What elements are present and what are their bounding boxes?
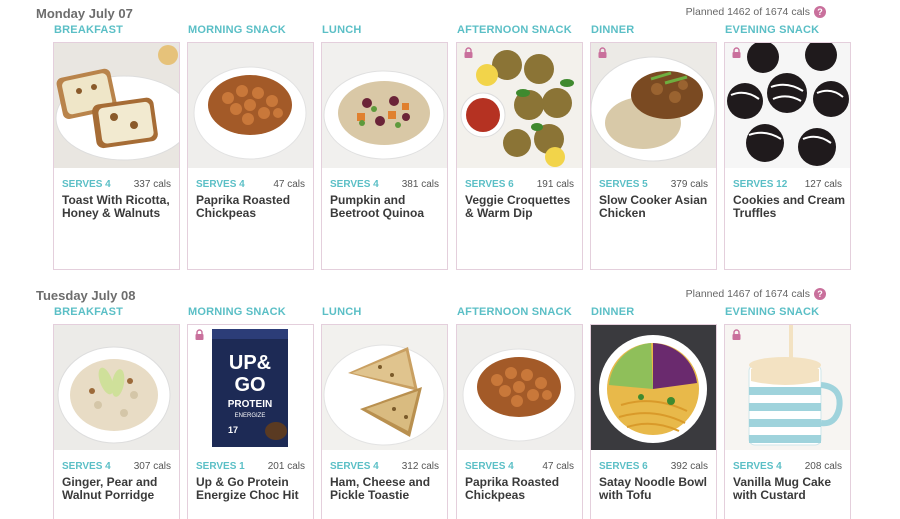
recipe-card[interactable]: SERVES 4 208 cals Vanilla Mug Cake with … (724, 324, 851, 519)
slot-label: EVENING SNACK (725, 306, 820, 318)
recipe-card[interactable]: SERVES 6 392 cals Satay Noodle Bowl with… (590, 324, 717, 519)
recipe-card[interactable]: SERVES 6 191 cals Veggie Croquettes & Wa… (456, 42, 583, 270)
recipe-name[interactable]: Paprika Roasted Chickpeas (196, 194, 312, 220)
planned-calories: Planned 1462 of 1674 cals ? (686, 6, 826, 18)
recipe-card[interactable]: SERVES 5 379 cals Slow Cooker Asian Chic… (590, 42, 717, 270)
serves-count: SERVES 1 (196, 461, 245, 472)
recipe-card[interactable]: SERVES 4 312 cals Ham, Cheese and Pickle… (321, 324, 448, 519)
lock-icon (732, 47, 741, 58)
slot-label: EVENING SNACK (725, 24, 820, 36)
calories: 201 cals (267, 461, 305, 472)
planned-calories: Planned 1467 of 1674 cals ? (686, 288, 826, 300)
lock-icon (464, 47, 473, 58)
recipe-photo-croquettes (457, 43, 582, 168)
serves-count: SERVES 4 (62, 179, 111, 190)
calories: 208 cals (804, 461, 842, 472)
calories: 312 cals (401, 461, 439, 472)
recipe-card[interactable]: SERVES 4 337 cals Toast With Ricotta, Ho… (53, 42, 180, 270)
recipe-name[interactable]: Veggie Croquettes & Warm Dip (465, 194, 581, 220)
slot-label: AFTERNOON SNACK (457, 306, 572, 318)
recipe-name[interactable]: Pumpkin and Beetroot Quinoa (330, 194, 446, 220)
product-brand-line1: UP& (229, 352, 271, 374)
recipe-photo-mug-cake (725, 325, 850, 450)
slot-label: MORNING SNACK (188, 24, 286, 36)
slot-label: DINNER (591, 24, 635, 36)
recipe-photo-asian-chicken (591, 43, 716, 168)
recipe-photo-toastie (322, 325, 447, 450)
recipe-name[interactable]: Toast With Ricotta, Honey & Walnuts (62, 194, 178, 220)
recipe-photo-up-and-go: UP& GO PROTEIN ENERGIZE 17 (188, 325, 313, 450)
serves-count: SERVES 6 (465, 179, 514, 190)
recipe-name[interactable]: Vanilla Mug Cake with Custard (733, 476, 849, 502)
slot-label: BREAKFAST (54, 24, 124, 36)
calories: 337 cals (133, 179, 171, 190)
recipe-photo-quinoa (322, 43, 447, 168)
product-brand-line2: GO (234, 374, 265, 396)
product-count: 17 (228, 425, 238, 435)
recipe-name[interactable]: Up & Go Protein Energize Choc Hit (196, 476, 312, 502)
calories: 127 cals (804, 179, 842, 190)
recipe-card[interactable]: SERVES 4 381 cals Pumpkin and Beetroot Q… (321, 42, 448, 270)
serves-count: SERVES 4 (330, 461, 379, 472)
recipe-name[interactable]: Cookies and Cream Truffles (733, 194, 849, 220)
calories: 381 cals (401, 179, 439, 190)
product-tagline: PROTEIN (228, 399, 272, 410)
calories: 47 cals (542, 461, 574, 472)
serves-count: SERVES 4 (196, 179, 245, 190)
serves-count: SERVES 6 (599, 461, 648, 472)
calories: 392 cals (670, 461, 708, 472)
serves-count: SERVES 4 (330, 179, 379, 190)
product-sub: ENERGIZE (235, 413, 266, 419)
planned-calories-text: Planned 1467 of 1674 cals (685, 288, 810, 300)
recipe-photo-satay-noodles (591, 325, 716, 450)
serves-count: SERVES 12 (733, 179, 788, 190)
slot-label: DINNER (591, 306, 635, 318)
calories: 379 cals (670, 179, 708, 190)
recipe-name[interactable]: Ginger, Pear and Walnut Porridge (62, 476, 178, 502)
lock-icon (732, 329, 741, 340)
day-title: Tuesday July 08 (36, 288, 136, 303)
help-circle-icon[interactable]: ? (814, 6, 826, 18)
recipe-photo-truffles (725, 43, 850, 168)
serves-count: SERVES 4 (62, 461, 111, 472)
slot-label: AFTERNOON SNACK (457, 24, 572, 36)
lock-icon (195, 329, 204, 340)
recipe-card[interactable]: UP& GO PROTEIN ENERGIZE 17 SERVES 1 201 … (187, 324, 314, 519)
recipe-name[interactable]: Satay Noodle Bowl with Tofu (599, 476, 715, 502)
recipe-photo-toast-ricotta (54, 43, 179, 168)
serves-count: SERVES 4 (465, 461, 514, 472)
planned-calories-text: Planned 1462 of 1674 cals (685, 6, 810, 18)
day-title: Monday July 07 (36, 6, 133, 21)
calories: 191 cals (536, 179, 574, 190)
serves-count: SERVES 5 (599, 179, 648, 190)
recipe-card[interactable]: SERVES 12 127 cals Cookies and Cream Tru… (724, 42, 851, 270)
recipe-photo-chickpeas (188, 43, 313, 168)
recipe-card[interactable]: SERVES 4 47 cals Paprika Roasted Chickpe… (187, 42, 314, 270)
calories: 47 cals (273, 179, 305, 190)
slot-label: MORNING SNACK (188, 306, 286, 318)
slot-label: LUNCH (322, 306, 362, 318)
help-circle-icon[interactable]: ? (814, 288, 826, 300)
recipe-photo-porridge (54, 325, 179, 450)
recipe-name[interactable]: Paprika Roasted Chickpeas (465, 476, 581, 502)
lock-icon (598, 47, 607, 58)
recipe-name[interactable]: Slow Cooker Asian Chicken (599, 194, 715, 220)
slot-label: BREAKFAST (54, 306, 124, 318)
recipe-name[interactable]: Ham, Cheese and Pickle Toastie (330, 476, 446, 502)
recipe-card[interactable]: SERVES 4 47 cals Paprika Roasted Chickpe… (456, 324, 583, 519)
recipe-card[interactable]: SERVES 4 307 cals Ginger, Pear and Walnu… (53, 324, 180, 519)
slot-label: LUNCH (322, 24, 362, 36)
calories: 307 cals (133, 461, 171, 472)
recipe-photo-chickpeas (457, 325, 582, 450)
serves-count: SERVES 4 (733, 461, 782, 472)
